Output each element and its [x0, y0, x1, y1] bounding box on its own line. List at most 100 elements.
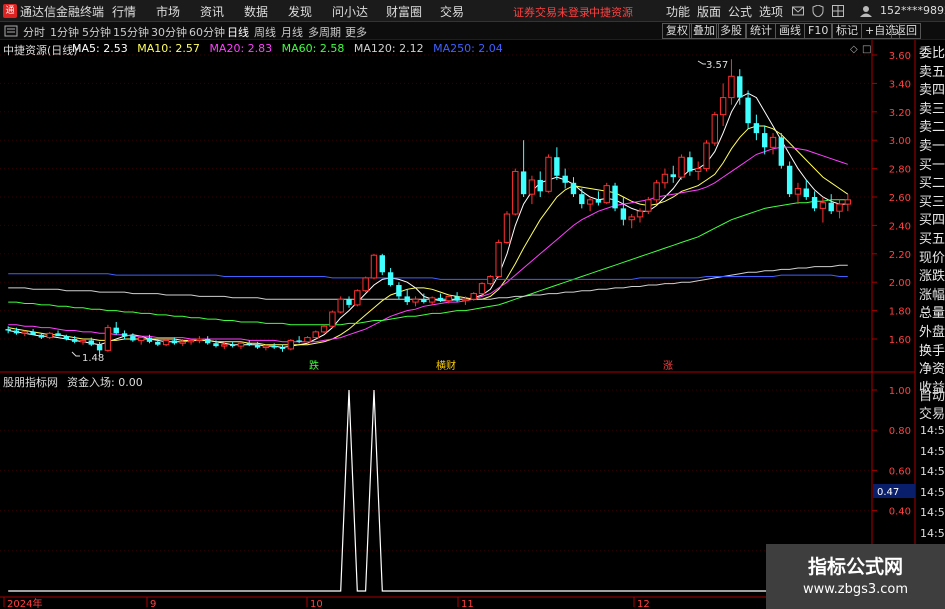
tab-15min[interactable]: 15分钟	[113, 24, 149, 40]
date-axis: 2024年 9 10 11 12	[3, 597, 650, 609]
menu-wealth-circle[interactable]: 财富圈	[386, 3, 422, 20]
side-item: 净资	[919, 362, 945, 378]
candle-body	[79, 339, 87, 343]
app-title: 通达信金融终端	[20, 5, 105, 19]
candle-body	[595, 199, 602, 203]
candle-body	[204, 339, 211, 344]
candle-body	[620, 208, 627, 220]
menu-news[interactable]: 资讯	[200, 3, 224, 20]
candle-body	[603, 185, 610, 204]
overlay-button[interactable]: 叠加	[689, 23, 719, 39]
candle-body	[187, 339, 195, 343]
candle-body	[271, 346, 277, 348]
trade-time: 14:56	[920, 424, 945, 437]
indicator-tick-label: 1.00	[889, 386, 911, 397]
candle-body	[337, 298, 344, 313]
diamond-icon[interactable]: ◇	[850, 44, 858, 55]
candle-body	[88, 340, 94, 345]
candle-body	[46, 332, 53, 339]
candle-body	[653, 182, 660, 201]
candle-body	[130, 336, 136, 341]
menu-discover[interactable]: 发现	[288, 3, 312, 20]
candle-body	[304, 337, 311, 343]
side-item: 外盘	[919, 325, 945, 340]
trade-time: 14:56	[920, 444, 945, 458]
candle-body	[794, 187, 802, 195]
menu-functions[interactable]: 功能	[666, 3, 690, 20]
candle-body	[362, 277, 369, 292]
expand-icon[interactable]: □	[862, 44, 871, 55]
tab-30min[interactable]: 30分钟	[151, 24, 187, 40]
candle-body	[487, 276, 494, 285]
event-marker-windfall[interactable]: 横财	[436, 359, 456, 372]
price-tick-label: 2.40	[889, 221, 911, 232]
candle-body	[528, 179, 536, 195]
adjust-button[interactable]: 复权	[662, 23, 692, 39]
gear-icon[interactable]	[4, 24, 18, 38]
candle-body	[329, 311, 336, 327]
auto-label[interactable]: 自动	[919, 385, 945, 404]
tab-multi-period[interactable]: 多周期	[308, 24, 341, 40]
tab-daily[interactable]: 日线	[227, 24, 249, 40]
tab-timeshare[interactable]: 分时	[23, 24, 45, 40]
multi-stock-button[interactable]: 多股	[716, 23, 746, 39]
tab-more[interactable]: 更多	[345, 24, 367, 40]
side-item: 涨幅	[919, 287, 945, 303]
event-marker-down[interactable]: 跌	[309, 359, 319, 372]
date-tick-label: 11	[461, 599, 474, 609]
menu-layout[interactable]: 版面	[697, 3, 721, 20]
candle-body	[421, 299, 427, 303]
draw-line-button[interactable]: 画线	[775, 23, 805, 39]
menu-quotes[interactable]: 行情	[112, 3, 136, 20]
price-axis: 3.60 3.40 3.20 3.00 2.80 2.60 2.40 2.20 2.00 1.80…	[872, 51, 911, 346]
mark-button[interactable]: 标记	[832, 23, 862, 39]
candle-body	[237, 342, 245, 347]
candle-body	[320, 325, 328, 333]
user-id[interactable]: 152****9892	[880, 4, 945, 17]
menu-xiaoda[interactable]: 问小达	[332, 3, 368, 20]
tab-monthly[interactable]: 月线	[281, 24, 303, 40]
chart-frame	[0, 40, 916, 609]
price-tick-label: 2.80	[889, 165, 911, 176]
f10-button[interactable]: F10	[804, 23, 833, 39]
price-tick-label: 3.40	[889, 79, 911, 90]
high-price-label: 3.57	[706, 60, 728, 71]
event-marker-up[interactable]: 涨	[663, 360, 673, 372]
side-item: 买一	[919, 157, 945, 173]
watermark-title: 指标公式网	[807, 556, 903, 578]
mail-icon[interactable]	[792, 5, 804, 17]
kline-chart[interactable]: 3.60 3.40 3.20 3.00 2.80 2.60 2.40 2.20 2.00 1.80…	[0, 40, 945, 609]
tab-60min[interactable]: 60分钟	[189, 24, 225, 40]
menu-options[interactable]: 选项	[759, 3, 783, 20]
statistics-button[interactable]: 统计	[746, 23, 776, 39]
candle-body	[428, 297, 436, 303]
candle-body	[844, 199, 852, 205]
menu-trade[interactable]: 交易	[440, 3, 464, 20]
candle-body	[221, 344, 228, 347]
candle-body	[512, 170, 519, 215]
shield-icon[interactable]	[812, 5, 824, 17]
tab-1min[interactable]: 1分钟	[50, 24, 79, 40]
menu-data[interactable]: 数据	[244, 3, 268, 20]
back-button[interactable]: 返回	[891, 23, 921, 39]
user-icon[interactable]	[860, 5, 872, 17]
indicator-name[interactable]: 股朋指标网	[3, 374, 58, 390]
candle-body	[162, 339, 170, 346]
candle-body	[171, 340, 178, 344]
ma10-label: MA10: 2.57	[137, 42, 200, 55]
side-item: 买二	[919, 176, 945, 192]
trade-label[interactable]: 交易	[919, 403, 945, 422]
candle-body	[778, 137, 785, 166]
tab-weekly[interactable]: 周线	[254, 24, 276, 40]
candle-body	[63, 336, 70, 339]
title-bar: 通 通达信金融终端 行情 市场 资讯 数据 发现 问小达 财富圈 交易 证券交易…	[0, 0, 945, 22]
grid-icon[interactable]	[832, 5, 844, 17]
candle-body	[113, 327, 119, 334]
login-status[interactable]: 证券交易未登录	[513, 4, 590, 20]
menu-market[interactable]: 市场	[156, 3, 180, 20]
candle-body	[96, 344, 103, 351]
candle-body	[312, 331, 319, 339]
menu-formula[interactable]: 公式	[728, 3, 752, 20]
candle-body	[71, 339, 78, 342]
tab-5min[interactable]: 5分钟	[82, 24, 111, 40]
